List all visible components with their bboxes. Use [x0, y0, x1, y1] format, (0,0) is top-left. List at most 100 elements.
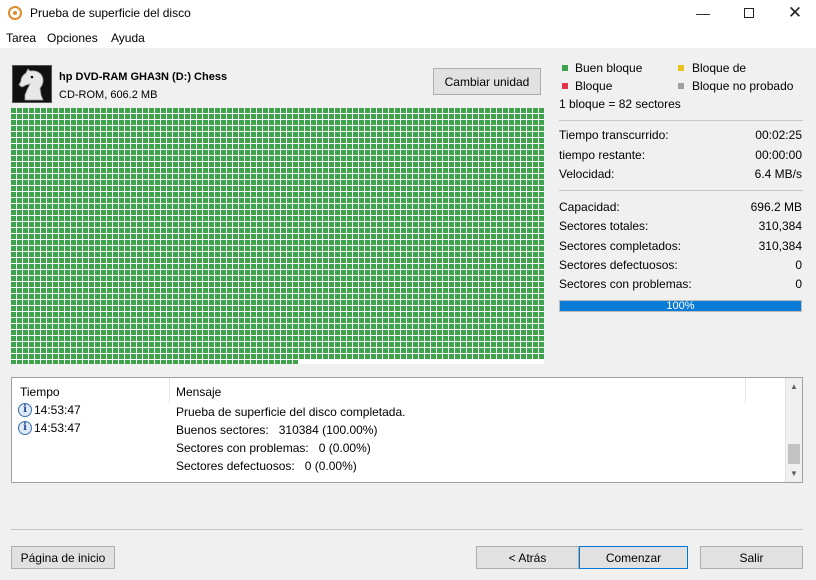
block-cell: [227, 150, 232, 155]
block-cell: [407, 258, 412, 263]
block-cell: [443, 324, 448, 329]
block-cell: [281, 120, 286, 125]
block-cell: [263, 360, 268, 364]
block-cell: [59, 126, 64, 131]
block-cell: [485, 168, 490, 173]
scroll-up-icon[interactable]: ▲: [786, 378, 802, 394]
menu-ayuda[interactable]: Ayuda: [111, 31, 145, 45]
block-cell: [527, 210, 532, 215]
block-cell: [473, 180, 478, 185]
block-cell: [227, 216, 232, 221]
block-cell: [401, 246, 406, 251]
log-header-message[interactable]: Mensaje: [176, 385, 221, 399]
scroll-thumb[interactable]: [788, 444, 800, 464]
log-list[interactable]: Tiempo Mensaje i 14:53:47 Prueba de supe…: [11, 377, 803, 483]
log-header-time[interactable]: Tiempo: [20, 385, 60, 399]
close-button[interactable]: ✕: [772, 0, 816, 26]
block-cell: [503, 276, 508, 281]
block-cell: [293, 240, 298, 245]
block-cell: [395, 348, 400, 353]
block-cell: [269, 198, 274, 203]
block-cell: [383, 324, 388, 329]
block-cell: [443, 276, 448, 281]
block-cell: [107, 186, 112, 191]
block-cell: [167, 156, 172, 161]
scroll-down-icon[interactable]: ▼: [786, 465, 802, 481]
block-cell: [293, 342, 298, 347]
block-cell: [227, 144, 232, 149]
block-cell: [467, 300, 472, 305]
block-cell: [77, 270, 82, 275]
change-drive-button[interactable]: Cambiar unidad: [433, 68, 541, 95]
block-cell: [419, 108, 424, 113]
block-cell: [47, 312, 52, 317]
block-cell: [347, 240, 352, 245]
block-cell: [233, 306, 238, 311]
block-cell: [485, 126, 490, 131]
exit-button[interactable]: Salir: [700, 546, 803, 569]
block-cell: [161, 114, 166, 119]
home-page-button[interactable]: Página de inicio: [11, 546, 115, 569]
column-divider[interactable]: [745, 378, 746, 403]
block-cell: [65, 342, 70, 347]
block-cell: [473, 348, 478, 353]
block-cell: [209, 360, 214, 364]
log-scrollbar[interactable]: ▲ ▼: [785, 378, 802, 482]
minimize-button[interactable]: —: [680, 0, 726, 26]
block-cell: [35, 240, 40, 245]
block-cell: [263, 168, 268, 173]
block-cell: [71, 240, 76, 245]
block-cell: [29, 252, 34, 257]
block-cell: [11, 234, 16, 239]
block-cell: [311, 144, 316, 149]
block-cell: [311, 276, 316, 281]
divider: [11, 529, 803, 530]
block-cell: [533, 198, 538, 203]
block-cell: [83, 246, 88, 251]
block-cell: [323, 282, 328, 287]
block-cell: [389, 222, 394, 227]
block-cell: [71, 222, 76, 227]
block-cell: [47, 222, 52, 227]
menu-opciones[interactable]: Opciones: [47, 31, 98, 45]
block-cell: [443, 222, 448, 227]
block-cell: [509, 108, 514, 113]
block-cell: [449, 336, 454, 341]
block-cell: [461, 336, 466, 341]
block-cell: [389, 294, 394, 299]
block-cell: [155, 210, 160, 215]
block-cell: [467, 162, 472, 167]
block-cell: [347, 312, 352, 317]
block-cell: [155, 240, 160, 245]
block-cell: [347, 276, 352, 281]
block-cell: [269, 270, 274, 275]
back-button[interactable]: < Atrás: [476, 546, 579, 569]
block-cell: [131, 348, 136, 353]
maximize-button[interactable]: [726, 0, 772, 26]
block-cell: [389, 186, 394, 191]
block-cell: [485, 282, 490, 287]
block-cell: [263, 132, 268, 137]
block-cell: [227, 174, 232, 179]
block-cell: [275, 282, 280, 287]
block-cell: [269, 234, 274, 239]
start-button[interactable]: Comenzar: [579, 546, 688, 569]
block-cell: [137, 306, 142, 311]
block-cell: [455, 330, 460, 335]
block-cell: [311, 348, 316, 353]
block-cell: [521, 126, 526, 131]
column-divider[interactable]: [169, 378, 170, 403]
block-cell: [239, 192, 244, 197]
block-cell: [485, 228, 490, 233]
block-cell: [155, 174, 160, 179]
block-cell: [11, 342, 16, 347]
block-cell: [245, 144, 250, 149]
menu-tarea[interactable]: Tarea: [6, 31, 36, 45]
block-cell: [95, 216, 100, 221]
block-cell: [437, 252, 442, 257]
block-cell: [281, 156, 286, 161]
block-cell: [185, 144, 190, 149]
block-cell: [509, 186, 514, 191]
block-cell: [401, 192, 406, 197]
block-cell: [197, 318, 202, 323]
